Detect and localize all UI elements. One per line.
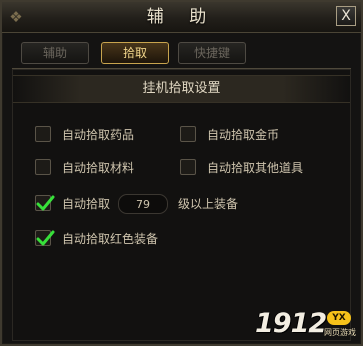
- title-bar[interactable]: ❖ 辅 助 X: [2, 2, 361, 33]
- checkbox-pickup-gold[interactable]: [180, 126, 196, 142]
- watermark-subtitle: 网页游戏: [324, 328, 356, 337]
- tab-assist[interactable]: 辅助: [21, 42, 89, 64]
- section-title: 挂机拾取设置: [13, 75, 350, 103]
- check-mark-icon: [36, 195, 55, 211]
- tab-hotkeys[interactable]: 快捷键: [178, 42, 246, 64]
- option-pickup-other-items[interactable]: 自动拾取其他道具: [180, 159, 330, 177]
- option-label: 自动拾取药品: [62, 128, 135, 142]
- checkbox-pickup-equipment-above-level[interactable]: [35, 195, 55, 211]
- option-label: 自动拾取材料: [62, 161, 135, 175]
- option-pickup-materials[interactable]: 自动拾取材料: [35, 159, 155, 177]
- option-pickup-potions[interactable]: 自动拾取药品: [35, 126, 155, 144]
- pickup-panel: 挂机拾取设置 自动拾取药品 自动拾取金币 自动拾取材料 自动拾取其他道具 自动拾…: [12, 69, 351, 341]
- checkbox-pickup-other-items[interactable]: [180, 159, 196, 175]
- close-button[interactable]: X: [336, 6, 356, 26]
- option-pickup-gold[interactable]: 自动拾取金币: [180, 126, 310, 144]
- option-pickup-equipment-above-level[interactable]: 自动拾取 级以上装备: [35, 194, 295, 214]
- option-label-suffix: 级以上装备: [178, 197, 239, 211]
- window-title: 辅 助: [146, 7, 217, 27]
- option-label: 自动拾取其他道具: [207, 161, 304, 175]
- option-label: 自动拾取红色装备: [62, 232, 159, 246]
- min-level-input[interactable]: [118, 194, 168, 214]
- check-mark-icon: [36, 230, 55, 246]
- option-label-prefix: 自动拾取: [62, 197, 111, 211]
- watermark-badge: YX: [327, 311, 351, 325]
- checkbox-pickup-red-equipment[interactable]: [35, 230, 55, 246]
- option-label: 自动拾取金币: [207, 128, 280, 142]
- option-pickup-red-equipment[interactable]: 自动拾取红色装备: [35, 230, 185, 248]
- pickup-settings-window: ❖ 辅 助 X 辅助 拾取 快捷键 挂机拾取设置 自动拾取药品 自动拾取金币 自…: [0, 0, 363, 346]
- tab-pickup[interactable]: 拾取: [101, 42, 169, 64]
- watermark-digits: 1912: [255, 308, 327, 339]
- checkbox-pickup-potions[interactable]: [35, 126, 51, 142]
- tab-bar: 辅助 拾取 快捷键: [12, 38, 351, 69]
- checkbox-pickup-materials[interactable]: [35, 159, 51, 175]
- site-watermark-logo: 1912 YX 网页游戏: [255, 308, 356, 342]
